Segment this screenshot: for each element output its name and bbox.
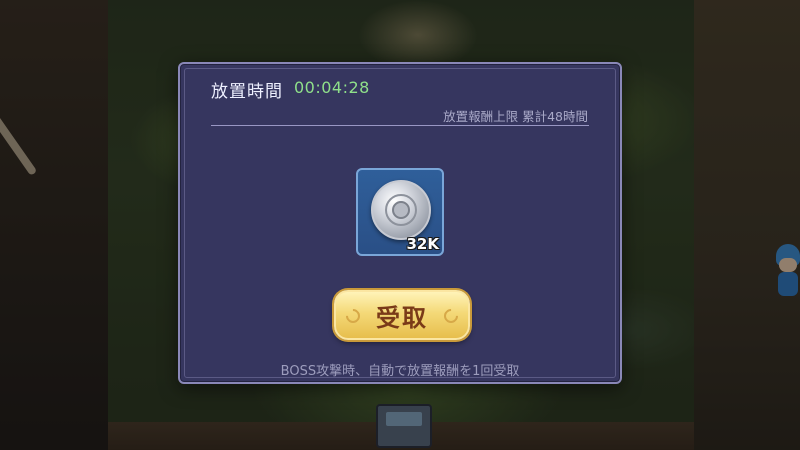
reward-item-slot[interactable]: 32K (356, 168, 444, 256)
silver-coin-icon (371, 180, 431, 240)
idle-reward-dialog: 放置時間 00:04:28 放置報酬上限 累計48時間 32K 受取 BOSS攻… (178, 62, 622, 384)
reward-item-count: 32K (406, 235, 440, 253)
idle-time-label: 放置時間 (211, 82, 283, 102)
auto-claim-note: BOSS攻撃時、自動で放置報酬を1回受取 (280, 364, 520, 379)
ornament-left-icon (343, 306, 363, 326)
ornament-right-icon (441, 306, 461, 326)
idle-timer-value: 00:04:28 (294, 78, 370, 97)
claim-button[interactable]: 受取 (334, 290, 470, 340)
reward-cap-text: 放置報酬上限 累計48時間 (443, 109, 588, 124)
header-divider (211, 125, 589, 126)
claim-button-label: 受取 (376, 303, 428, 332)
